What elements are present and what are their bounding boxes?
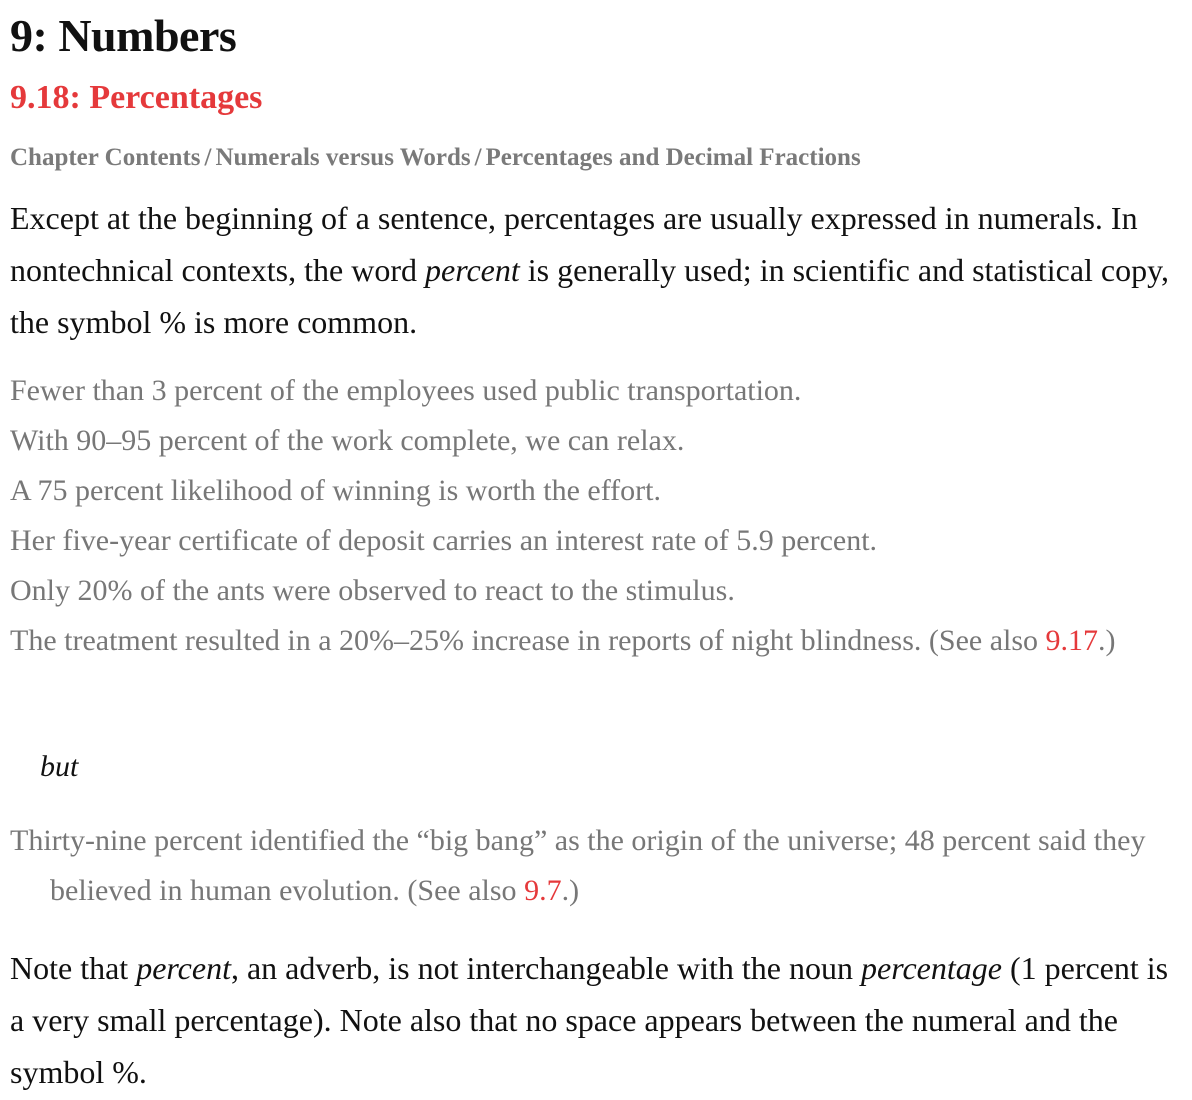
note-text: Note that xyxy=(10,950,137,986)
example-sentence: Thirty-nine percent identified the “big … xyxy=(10,816,1182,916)
breadcrumb-separator: / xyxy=(204,144,212,171)
intro-paragraph: Except at the beginning of a sentence, p… xyxy=(10,192,1182,348)
cross-reference-link-9-7[interactable]: 9.7 xyxy=(524,874,562,907)
breadcrumb-percentages-decimal-fractions[interactable]: Percentages and Decimal Fractions xyxy=(486,144,861,171)
example-sentence: The treatment resulted in a 20%–25% incr… xyxy=(10,616,1182,666)
example-text: .) xyxy=(1098,624,1116,657)
example-text: The treatment resulted in a 20%–25% incr… xyxy=(10,624,1046,657)
page: 9: Numbers 9.18: Percentages Chapter Con… xyxy=(0,0,1192,1100)
example-list: Thirty-nine percent identified the “big … xyxy=(10,816,1182,916)
example-sentence: Her five-year certificate of deposit car… xyxy=(10,524,878,557)
breadcrumb-separator: / xyxy=(474,144,482,171)
example-sentence: A 75 percent likelihood of winning is wo… xyxy=(10,474,661,507)
note-paragraph: Note that percent, an adverb, is not int… xyxy=(10,942,1182,1098)
chapter-title: 9: Numbers xyxy=(10,10,237,61)
section-title: 9.18: Percentages xyxy=(10,79,263,116)
note-emphasis: percent xyxy=(136,950,231,986)
intro-emphasis: percent xyxy=(424,252,520,288)
example-sentence: Only 20% of the ants were observed to re… xyxy=(10,574,735,607)
but-label: but xyxy=(40,750,79,783)
breadcrumb-chapter-contents[interactable]: Chapter Contents xyxy=(10,144,201,171)
breadcrumb-numerals-versus-words[interactable]: Numerals versus Words xyxy=(215,144,470,171)
note-text: , an adverb, is not interchangeable with… xyxy=(230,950,861,986)
example-sentence: Fewer than 3 percent of the employees us… xyxy=(10,374,802,407)
example-list: Fewer than 3 percent of the employees us… xyxy=(10,366,1182,666)
cross-reference-link-9-17[interactable]: 9.17 xyxy=(1046,624,1099,657)
breadcrumb: Chapter Contents / Numerals versus Words / P… xyxy=(10,140,861,176)
example-text: .) xyxy=(561,874,580,907)
example-sentence: With 90–95 percent of the work complete,… xyxy=(10,424,685,457)
note-emphasis: percentage xyxy=(860,950,1002,986)
